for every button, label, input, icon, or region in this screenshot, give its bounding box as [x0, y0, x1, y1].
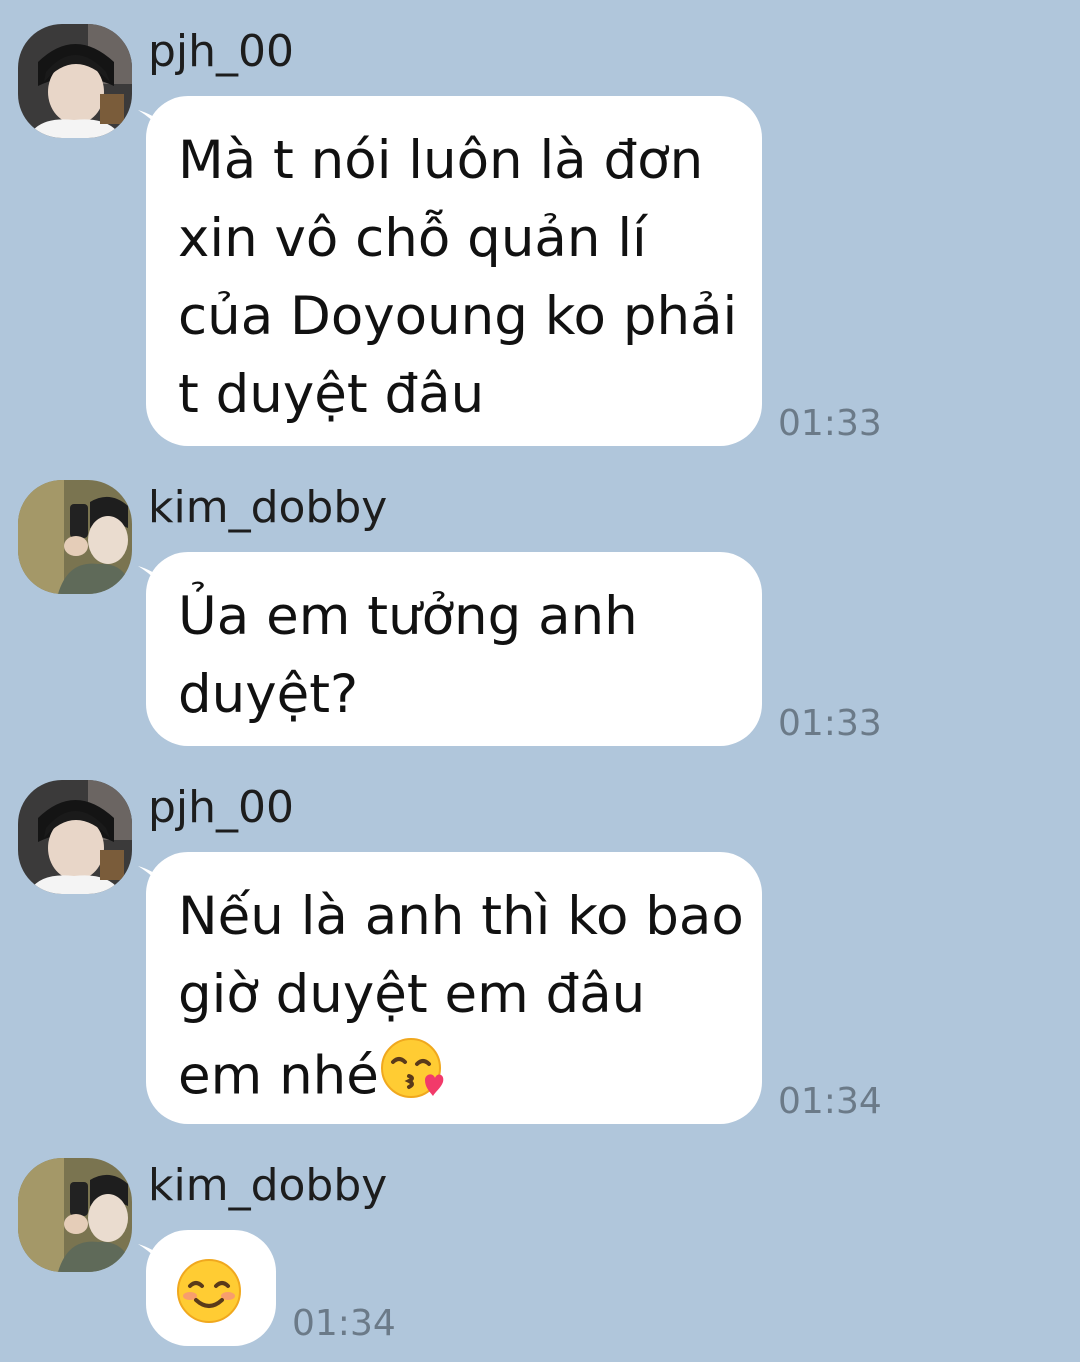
sender-name: kim_dobby — [148, 482, 388, 533]
message-timestamp: 01:34 — [778, 1081, 882, 1122]
avatar-pjh[interactable] — [18, 780, 132, 894]
message-text: t duyệt đâu — [178, 364, 485, 425]
message-bubble[interactable]: Nếu là anh thì ko bao giờ duyệt em đâu e… — [146, 852, 762, 1124]
message-timestamp: 01:34 — [292, 1303, 396, 1344]
message-timestamp: 01:33 — [778, 703, 882, 744]
message-bubble[interactable]: Mà t nói luôn là đơn xin vô chỗ quản lí … — [146, 96, 762, 446]
sender-name: kim_dobby — [148, 1160, 388, 1211]
message-bubble[interactable] — [146, 1230, 276, 1346]
sender-name: pjh_00 — [148, 26, 295, 77]
avatar-kim-dobby[interactable] — [18, 1158, 132, 1272]
message-text: Ủa em tưởng anh — [178, 586, 638, 647]
message-text: giờ duyệt em đâu — [178, 964, 646, 1025]
message-text: Nếu là anh thì ko bao — [178, 886, 744, 947]
sender-name: pjh_00 — [148, 782, 295, 833]
message-text: duyệt? — [178, 664, 359, 725]
avatar-pjh[interactable] — [18, 24, 132, 138]
smiling-face-with-smiling-eyes-icon — [176, 1258, 242, 1346]
message-text: Mà t nói luôn là đơn — [178, 130, 704, 191]
avatar-kim-dobby[interactable] — [18, 480, 132, 594]
message-line-with-emoji: em nhé — [178, 1034, 732, 1124]
kissing-face-with-heart-icon — [379, 1034, 447, 1124]
message-text: của Doyoung ko phải — [178, 286, 738, 347]
message-text: xin vô chỗ quản lí — [178, 208, 647, 269]
message-bubble[interactable]: Ủa em tưởng anh duyệt? — [146, 552, 762, 746]
message-timestamp: 01:33 — [778, 403, 882, 444]
message-text: em nhé — [178, 1045, 379, 1107]
